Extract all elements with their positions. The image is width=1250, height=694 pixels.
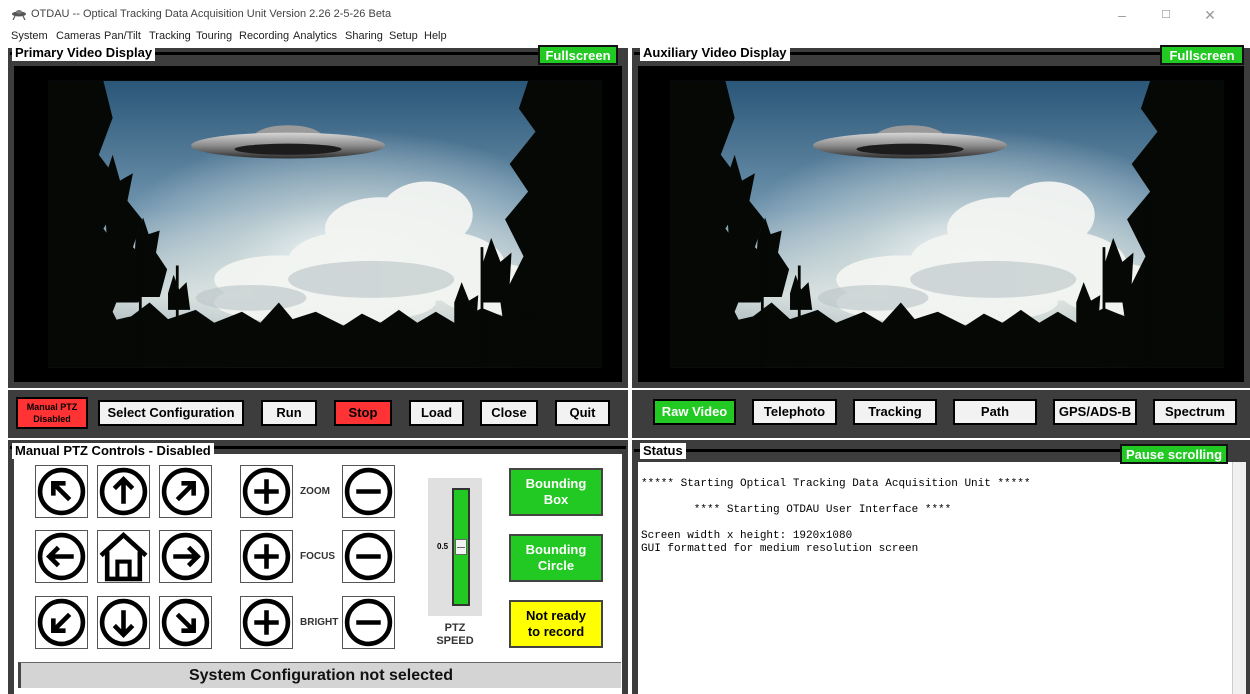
focus-label: FOCUS [300,551,335,562]
pan-up-right-button[interactable] [159,465,212,518]
status-scrollbar[interactable] [1232,462,1246,694]
auxiliary-video-feed [638,66,1244,382]
plus-icon [241,466,292,517]
raw-video-button[interactable]: Raw Video [653,399,736,425]
select-configuration-button[interactable]: Select Configuration [98,400,244,426]
spectrum-button[interactable]: Spectrum [1153,399,1237,425]
maximize-icon[interactable]: ☐ [1146,4,1186,26]
record-status-line2: to record [527,624,585,639]
pan-left-button[interactable] [35,530,88,583]
arrow-up-left-icon [36,466,87,517]
auxiliary-fullscreen-button[interactable]: Fullscreen [1160,45,1244,65]
menu-sharing[interactable]: Sharing [345,30,383,42]
zoom-label: ZOOM [300,486,330,497]
ptz-speed-value: 0.5 [437,542,449,551]
auxiliary-video-label: Auxiliary Video Display [640,45,790,61]
bounding-box-line1: Bounding [525,476,587,491]
arrow-left-icon [36,531,87,582]
primary-video-feed [14,66,622,382]
telephoto-button[interactable]: Telephoto [752,399,837,425]
pan-up-left-button[interactable] [35,465,88,518]
tracking-button[interactable]: Tracking [853,399,937,425]
status-group-line [634,449,1124,452]
zoom-out-button[interactable] [342,465,395,518]
arrow-up-icon [98,466,149,517]
bounding-circle-line1: Bounding [525,542,587,557]
pan-down-left-button[interactable] [35,596,88,649]
menu-setup[interactable]: Setup [389,30,418,42]
menu-analytics[interactable]: Analytics [293,30,337,42]
primary-fullscreen-button[interactable]: Fullscreen [538,45,618,65]
status-label: Status [640,443,686,459]
app-logo-icon [12,10,26,20]
manual-ptz-disabled-button[interactable]: Manual PTZ Disabled [16,397,88,429]
minus-icon [343,597,394,648]
arrow-down-left-icon [36,597,87,648]
minimize-icon[interactable]: – [1102,4,1142,26]
primary-video-image [14,66,622,382]
zoom-in-button[interactable] [240,465,293,518]
auxiliary-video-image [638,66,1244,382]
record-status-line1: Not ready [526,608,586,623]
plus-icon [241,531,292,582]
manual-ptz-line2: Disabled [33,414,71,424]
close-button[interactable]: Close [480,400,538,426]
minus-icon [343,466,394,517]
close-icon[interactable]: ✕ [1190,4,1230,26]
load-button[interactable]: Load [409,400,464,426]
window-title: OTDAU -- Optical Tracking Data Acquisiti… [31,8,392,20]
pan-down-right-button[interactable] [159,596,212,649]
ptz-controls-label: Manual PTZ Controls - Disabled [12,443,214,459]
arrow-down-right-icon [160,597,211,648]
ptz-speed-thumb[interactable] [455,539,467,555]
bounding-circle-line2: Circle [537,558,575,573]
home-position-button[interactable] [97,530,150,583]
pause-scrolling-button[interactable]: Pause scrolling [1120,444,1228,464]
bright-up-button[interactable] [240,596,293,649]
configuration-status-bar: System Configuration not selected [18,662,621,688]
ptz-speed-slider[interactable]: 0.5 [428,478,482,616]
arrow-up-right-icon [160,466,211,517]
menu-bar: System Cameras Pan/Tilt Tracking Touring… [0,28,1250,44]
menu-recording[interactable]: Recording [239,30,289,42]
focus-in-button[interactable] [240,530,293,583]
path-button[interactable]: Path [953,399,1037,425]
manual-ptz-line1: Manual PTZ [26,402,78,412]
menu-cameras[interactable]: Cameras [56,30,101,42]
bounding-box-line2: Box [543,492,569,507]
status-log-area: ***** Starting Optical Tracking Data Acq… [638,462,1232,694]
quit-button[interactable]: Quit [555,400,610,426]
tilt-up-button[interactable] [97,465,150,518]
ptz-speed-label-line1: PTZ [444,622,466,634]
bright-label: BRIGHT [300,617,339,628]
menu-pan-tilt[interactable]: Pan/Tilt [104,30,141,42]
stop-button[interactable]: Stop [334,400,392,426]
menu-system[interactable]: System [11,30,48,42]
menu-touring[interactable]: Touring [196,30,232,42]
tilt-down-button[interactable] [97,596,150,649]
title-bar: OTDAU -- Optical Tracking Data Acquisiti… [0,0,1250,28]
primary-video-label: Primary Video Display [12,45,156,61]
pan-right-button[interactable] [159,530,212,583]
home-icon [99,531,148,582]
ptz-speed-label-line2: SPEED [436,635,474,647]
focus-out-button[interactable] [342,530,395,583]
bounding-box-button[interactable]: Bounding Box [509,468,603,516]
arrow-right-icon [160,531,211,582]
gps-ads-b-button[interactable]: GPS/ADS-B [1053,399,1137,425]
menu-tracking[interactable]: Tracking [149,30,191,42]
arrow-down-icon [98,597,149,648]
minus-icon [343,531,394,582]
bounding-circle-button[interactable]: Bounding Circle [509,534,603,582]
menu-help[interactable]: Help [424,30,447,42]
status-log-text: ***** Starting Optical Tracking Data Acq… [641,478,1031,555]
ptz-speed-label: PTZ SPEED [430,622,480,648]
plus-icon [241,597,292,648]
record-status-button[interactable]: Not ready to record [509,600,603,648]
bright-down-button[interactable] [342,596,395,649]
run-button[interactable]: Run [261,400,317,426]
